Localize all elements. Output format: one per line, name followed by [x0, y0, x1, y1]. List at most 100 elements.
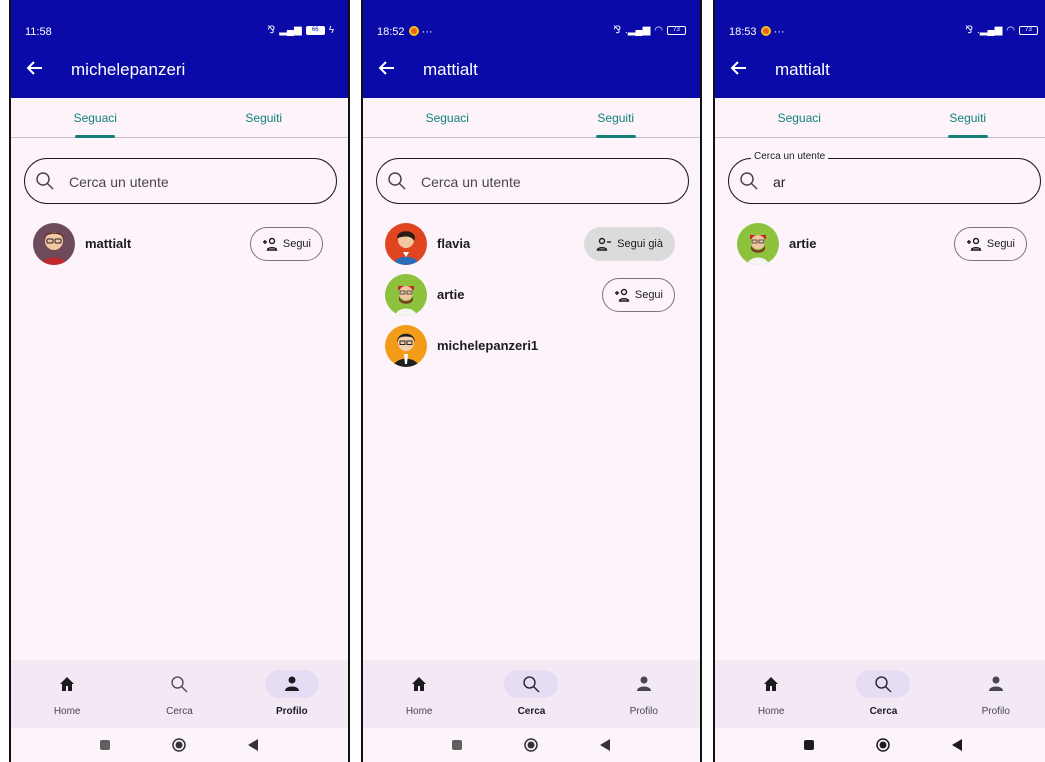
status-time: 18:52 ···: [377, 26, 433, 38]
home-button-icon[interactable]: [524, 738, 538, 752]
back-arrow-icon[interactable]: [729, 58, 749, 78]
system-navigation: [11, 728, 348, 762]
back-arrow-icon[interactable]: [377, 58, 397, 78]
status-time: 11:58: [25, 26, 52, 38]
nav-home-label: Home: [53, 706, 81, 717]
username: michelepanzeri1: [437, 338, 539, 353]
tab-seguaci[interactable]: Seguaci: [11, 98, 180, 138]
phone-screen-1: 11:58 ⅋ ▂▄▆ 66 ϟ michelepanzeri Seguaci …: [9, 0, 350, 762]
username: mattialt: [85, 236, 132, 251]
search-icon: [171, 676, 188, 693]
recents-icon[interactable]: [450, 738, 464, 752]
tab-seguaci[interactable]: Seguaci: [363, 98, 532, 138]
bottom-navigation: Home Cerca Profilo: [715, 660, 1045, 728]
nav-profilo-label: Profilo: [275, 706, 308, 717]
follow-button[interactable]: Segui: [953, 227, 1027, 261]
list-item[interactable]: mattialt Segui: [33, 223, 323, 265]
nav-profilo[interactable]: Profilo: [940, 660, 1045, 728]
person-icon: [284, 676, 299, 691]
back-arrow-icon[interactable]: [25, 58, 45, 78]
battery-icon: 73: [667, 26, 686, 35]
app-bar: 18:52 ··· ⅋ .▂▄▆ ◠ 73 mattialt: [363, 0, 700, 98]
person-icon: [988, 676, 1003, 691]
bottom-navigation: Home Cerca Profilo: [11, 660, 348, 728]
wifi-icon: ◠: [654, 25, 663, 36]
back-icon[interactable]: [950, 738, 964, 752]
mute-icon: ⅋: [613, 25, 622, 36]
home-icon: [60, 677, 75, 691]
search-value: ar: [773, 174, 786, 190]
recents-icon[interactable]: [98, 738, 112, 752]
signal-icon: .▂▄▆: [625, 25, 651, 36]
signal-icon: ▂▄▆: [279, 25, 302, 36]
follow-button-label: Segui: [634, 289, 663, 301]
app-notification-icon: [408, 26, 419, 36]
person-add-icon: [262, 237, 278, 251]
avatar: [737, 223, 779, 265]
back-icon[interactable]: [246, 738, 260, 752]
nav-cerca[interactable]: Cerca: [475, 660, 587, 728]
search-input[interactable]: Cerca un utente ar: [728, 151, 1041, 204]
avatar: [385, 325, 427, 367]
person-icon: [636, 676, 651, 691]
search-icon: [36, 172, 54, 190]
search-label: Cerca un utente: [751, 151, 829, 162]
battery-icon: 73: [1019, 26, 1038, 35]
nav-home[interactable]: Home: [11, 660, 123, 728]
search-icon: [523, 676, 540, 693]
tab-bar: Seguaci Seguiti: [715, 98, 1045, 138]
bottom-navigation: Home Cerca Profilo: [363, 660, 700, 728]
unfollow-button-label: Segui già: [617, 238, 663, 250]
status-icons: ⅋ .▂▄▆ ◠ 73: [965, 25, 1038, 36]
list-item[interactable]: michelepanzeri1: [385, 325, 675, 367]
nav-profilo-label: Profilo: [981, 706, 1010, 717]
search-input[interactable]: Cerca un utente: [24, 158, 337, 204]
list-item[interactable]: flavia Segui già: [385, 223, 675, 265]
nav-cerca[interactable]: Cerca: [123, 660, 235, 728]
phone-screen-3: 18:53 ··· ⅋ .▂▄▆ ◠ 73 mattialt Seguaci Se…: [713, 0, 1045, 762]
system-navigation: [715, 728, 1045, 762]
list-item[interactable]: artie Segui: [737, 223, 1027, 265]
follow-button[interactable]: Segui: [249, 227, 323, 261]
mute-icon: ⅋: [267, 25, 276, 36]
avatar: [385, 274, 427, 316]
tab-bar: Seguaci Seguiti: [363, 98, 700, 138]
nav-profilo[interactable]: Profilo: [588, 660, 700, 728]
tab-seguaci[interactable]: Seguaci: [715, 98, 884, 138]
page-title: mattialt: [423, 60, 478, 79]
nav-home-label: Home: [405, 706, 433, 717]
person-add-icon: [614, 288, 630, 302]
page-title: michelepanzeri: [71, 60, 186, 79]
app-bar: 11:58 ⅋ ▂▄▆ 66 ϟ michelepanzeri: [11, 0, 348, 98]
nav-profilo[interactable]: Profilo: [236, 660, 348, 728]
tab-seguiti[interactable]: Seguiti: [180, 98, 349, 138]
tab-seguiti[interactable]: Seguiti: [532, 98, 701, 138]
tab-seguiti[interactable]: Seguiti: [884, 98, 1045, 138]
nav-home[interactable]: Home: [715, 660, 827, 728]
follow-button[interactable]: Segui: [601, 278, 675, 312]
avatar: [33, 223, 75, 265]
home-icon: [412, 677, 427, 691]
follow-button-label: Segui: [986, 238, 1015, 250]
nav-profilo-label: Profilo: [629, 706, 658, 717]
back-icon[interactable]: [598, 738, 612, 752]
status-time: 18:53 ···: [729, 26, 785, 38]
app-bar: 18:53 ··· ⅋ .▂▄▆ ◠ 73 mattialt: [715, 0, 1045, 98]
list-item[interactable]: artie Segui: [385, 274, 675, 316]
recents-icon[interactable]: [802, 738, 816, 752]
home-button-icon[interactable]: [172, 738, 186, 752]
phone-screen-2: 18:52 ··· ⅋ .▂▄▆ ◠ 73 mattialt Seguaci Se…: [361, 0, 702, 762]
home-button-icon[interactable]: [876, 738, 890, 752]
tab-bar: Seguaci Seguiti: [11, 98, 348, 138]
signal-icon: .▂▄▆: [977, 25, 1003, 36]
app-notification-icon: [760, 26, 771, 36]
wifi-icon: ◠: [1006, 25, 1015, 36]
more-notifications-icon: ···: [773, 26, 785, 38]
unfollow-button[interactable]: Segui già: [584, 227, 675, 261]
search-input[interactable]: Cerca un utente: [376, 158, 689, 204]
nav-cerca[interactable]: Cerca: [827, 660, 939, 728]
system-navigation: [363, 728, 700, 762]
nav-home[interactable]: Home: [363, 660, 475, 728]
username: artie: [437, 287, 465, 302]
status-icons: ⅋ .▂▄▆ ◠ 73: [613, 25, 686, 36]
